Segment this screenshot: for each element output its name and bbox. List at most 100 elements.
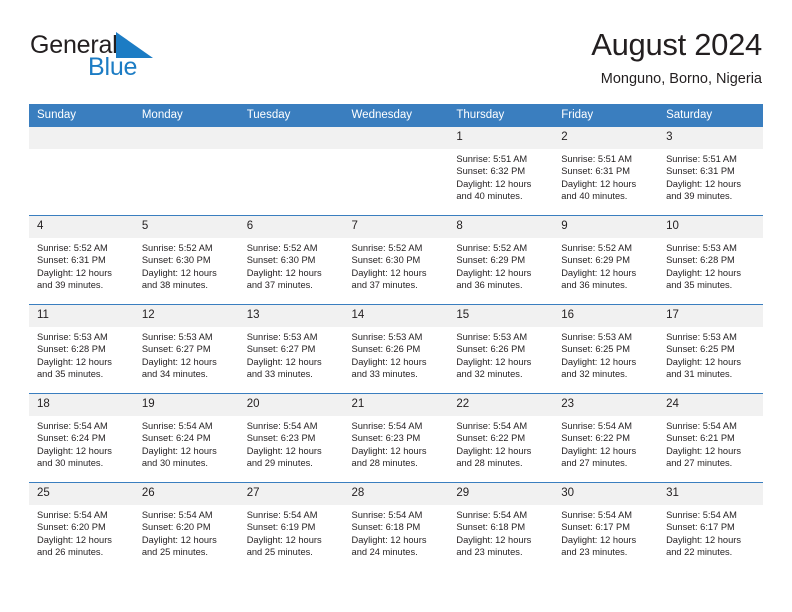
calendar-day-cell[interactable]: 28 Sunrise: 5:54 AM Sunset: 6:18 PM Dayligh… (343, 482, 449, 572)
day-number: 26 (133, 483, 239, 505)
day-details: Sunrise: 5:54 AM Sunset: 6:22 PM Daylight:… (553, 416, 658, 470)
day-details: Sunrise: 5:51 AM Sunset: 6:31 PM Daylight:… (553, 149, 658, 203)
day-detail-line: Sunset: 6:27 PM (246, 344, 316, 355)
day-detail-line: Daylight: 12 hours (561, 178, 637, 189)
brand-name-blue: Blue (88, 53, 138, 81)
day-detail-line: Sunset: 6:20 PM (141, 522, 211, 533)
calendar-table: Sunday Monday Tuesday Wednesday Thursday… (29, 104, 763, 572)
brand-logo[interactable]: General Blue (30, 32, 250, 94)
calendar-day-cell[interactable]: 22 Sunrise: 5:54 AM Sunset: 6:22 PM Dayligh… (448, 393, 554, 483)
weekday-header-tuesday: Tuesday (238, 104, 344, 127)
calendar-empty-cell (238, 126, 344, 216)
day-detail-line: Sunrise: 5:52 AM (456, 243, 528, 253)
calendar-day-cell[interactable]: 9 Sunrise: 5:52 AM Sunset: 6:29 PM Daylight… (553, 215, 659, 305)
calendar-day-cell[interactable]: 19 Sunrise: 5:54 AM Sunset: 6:24 PM Dayligh… (133, 393, 239, 483)
day-details: Sunrise: 5:53 AM Sunset: 6:25 PM Daylight:… (553, 327, 658, 381)
calendar-day-cell[interactable]: 27 Sunrise: 5:54 AM Sunset: 6:19 PM Dayligh… (238, 482, 344, 572)
day-number: 5 (133, 216, 239, 238)
day-detail-line: Sunset: 6:30 PM (351, 255, 421, 266)
day-detail-line: Sunset: 6:27 PM (141, 344, 211, 355)
day-detail-line: Sunset: 6:23 PM (246, 433, 316, 444)
calendar-day-cell[interactable]: 30 Sunrise: 5:54 AM Sunset: 6:17 PM Dayligh… (553, 482, 659, 572)
day-detail-line: Sunrise: 5:53 AM (246, 332, 318, 342)
weekday-header-friday: Friday (553, 104, 659, 127)
day-detail-line: and 25 minutes. (141, 547, 208, 558)
day-detail-line: and 23 minutes. (561, 547, 628, 558)
calendar-day-cell[interactable]: 3 Sunrise: 5:51 AM Sunset: 6:31 PM Daylight… (658, 126, 763, 216)
day-number (238, 127, 344, 149)
day-details: Sunrise: 5:52 AM Sunset: 6:29 PM Daylight:… (448, 238, 553, 292)
day-detail-line: and 22 minutes. (666, 547, 733, 558)
day-detail-line: and 36 minutes. (456, 280, 523, 291)
day-detail-line: Sunrise: 5:53 AM (561, 332, 633, 342)
calendar-day-cell[interactable]: 7 Sunrise: 5:52 AM Sunset: 6:30 PM Daylight… (343, 215, 449, 305)
calendar-day-cell[interactable]: 21 Sunrise: 5:54 AM Sunset: 6:23 PM Dayligh… (343, 393, 449, 483)
calendar-head: Sunday Monday Tuesday Wednesday Thursday… (29, 104, 763, 127)
day-number (133, 127, 239, 149)
day-detail-line: and 30 minutes. (37, 458, 104, 469)
day-detail-line: and 32 minutes. (456, 369, 523, 380)
calendar-day-cell[interactable]: 26 Sunrise: 5:54 AM Sunset: 6:20 PM Dayligh… (133, 482, 239, 572)
day-detail-line: Sunset: 6:28 PM (666, 255, 735, 266)
day-details: Sunrise: 5:53 AM Sunset: 6:27 PM Daylight:… (134, 327, 239, 381)
calendar-day-cell[interactable]: 12 Sunrise: 5:53 AM Sunset: 6:27 PM Dayligh… (133, 304, 239, 394)
day-details: Sunrise: 5:52 AM Sunset: 6:29 PM Daylight:… (553, 238, 658, 292)
weekday-header-sunday: Sunday (29, 104, 134, 127)
day-detail-line: Sunset: 6:25 PM (666, 344, 735, 355)
day-detail-line: and 33 minutes. (351, 369, 418, 380)
day-details: Sunrise: 5:54 AM Sunset: 6:23 PM Daylight:… (344, 416, 449, 470)
weekday-header-monday: Monday (133, 104, 239, 127)
calendar-empty-cell (343, 126, 449, 216)
calendar-day-cell[interactable]: 14 Sunrise: 5:53 AM Sunset: 6:26 PM Dayligh… (343, 304, 449, 394)
calendar-day-cell[interactable]: 20 Sunrise: 5:54 AM Sunset: 6:23 PM Dayligh… (238, 393, 344, 483)
day-detail-line: and 28 minutes. (456, 458, 523, 469)
calendar-day-cell[interactable]: 15 Sunrise: 5:53 AM Sunset: 6:26 PM Dayligh… (448, 304, 554, 394)
day-detail-line: Sunrise: 5:52 AM (141, 243, 213, 253)
calendar-day-cell[interactable]: 10 Sunrise: 5:53 AM Sunset: 6:28 PM Dayligh… (658, 215, 763, 305)
day-number: 14 (343, 305, 449, 327)
calendar-day-cell[interactable]: 18 Sunrise: 5:54 AM Sunset: 6:24 PM Dayligh… (29, 393, 134, 483)
day-detail-line: Sunrise: 5:54 AM (456, 510, 528, 520)
day-detail-line: Daylight: 12 hours (37, 445, 112, 456)
calendar-day-cell[interactable]: 24 Sunrise: 5:54 AM Sunset: 6:21 PM Dayligh… (658, 393, 763, 483)
day-details: Sunrise: 5:51 AM Sunset: 6:32 PM Daylight:… (448, 149, 553, 203)
day-number: 29 (448, 483, 554, 505)
calendar-day-cell[interactable]: 4 Sunrise: 5:52 AM Sunset: 6:31 PM Daylight… (29, 215, 134, 305)
calendar-page: General Blue August 2024 Monguno, Borno,… (0, 0, 792, 612)
calendar-day-cell[interactable]: 1 Sunrise: 5:51 AM Sunset: 6:32 PM Daylight… (448, 126, 554, 216)
day-number: 24 (658, 394, 763, 416)
day-detail-line: Sunset: 6:21 PM (666, 433, 735, 444)
day-details: Sunrise: 5:53 AM Sunset: 6:28 PM Daylight:… (29, 327, 134, 381)
calendar-empty-cell (133, 126, 239, 216)
day-detail-line: Daylight: 12 hours (456, 178, 532, 189)
calendar-day-cell[interactable]: 2 Sunrise: 5:51 AM Sunset: 6:31 PM Daylight… (553, 126, 659, 216)
calendar-day-cell[interactable]: 16 Sunrise: 5:53 AM Sunset: 6:25 PM Dayligh… (553, 304, 659, 394)
day-detail-line: Sunset: 6:32 PM (456, 166, 526, 177)
day-detail-line: Sunrise: 5:54 AM (351, 421, 423, 431)
day-detail-line: Sunset: 6:23 PM (351, 433, 421, 444)
day-details: Sunrise: 5:54 AM Sunset: 6:20 PM Daylight:… (134, 505, 239, 559)
calendar-day-cell[interactable]: 31 Sunrise: 5:54 AM Sunset: 6:17 PM Dayligh… (658, 482, 763, 572)
day-detail-line: Sunrise: 5:54 AM (37, 421, 108, 431)
day-details: Sunrise: 5:54 AM Sunset: 6:18 PM Daylight:… (344, 505, 449, 559)
calendar-day-cell[interactable]: 17 Sunrise: 5:53 AM Sunset: 6:25 PM Dayligh… (658, 304, 763, 394)
day-detail-line: Sunrise: 5:54 AM (246, 421, 318, 431)
calendar-week-row: 25 Sunrise: 5:54 AM Sunset: 6:20 PM Dayligh… (29, 482, 763, 572)
calendar-day-cell[interactable]: 23 Sunrise: 5:54 AM Sunset: 6:22 PM Dayligh… (553, 393, 659, 483)
day-detail-line: Daylight: 12 hours (456, 356, 532, 367)
calendar-day-cell[interactable]: 5 Sunrise: 5:52 AM Sunset: 6:30 PM Daylight… (133, 215, 239, 305)
weekday-header-row: Sunday Monday Tuesday Wednesday Thursday… (29, 104, 763, 127)
calendar-day-cell[interactable]: 6 Sunrise: 5:52 AM Sunset: 6:30 PM Daylight… (238, 215, 344, 305)
day-details: Sunrise: 5:53 AM Sunset: 6:26 PM Daylight:… (344, 327, 449, 381)
calendar-day-cell[interactable]: 13 Sunrise: 5:53 AM Sunset: 6:27 PM Dayligh… (238, 304, 344, 394)
calendar-day-cell[interactable]: 25 Sunrise: 5:54 AM Sunset: 6:20 PM Dayligh… (29, 482, 134, 572)
day-details: Sunrise: 5:54 AM Sunset: 6:22 PM Daylight:… (448, 416, 553, 470)
day-details: Sunrise: 5:51 AM Sunset: 6:31 PM Daylight:… (658, 149, 763, 203)
calendar-day-cell[interactable]: 11 Sunrise: 5:53 AM Sunset: 6:28 PM Dayligh… (29, 304, 134, 394)
day-detail-line: and 33 minutes. (246, 369, 313, 380)
calendar-grid: Sunday Monday Tuesday Wednesday Thursday… (29, 104, 763, 572)
calendar-day-cell[interactable]: 8 Sunrise: 5:52 AM Sunset: 6:29 PM Daylight… (448, 215, 554, 305)
day-number: 10 (658, 216, 763, 238)
day-number: 3 (658, 127, 763, 149)
calendar-day-cell[interactable]: 29 Sunrise: 5:54 AM Sunset: 6:18 PM Dayligh… (448, 482, 554, 572)
